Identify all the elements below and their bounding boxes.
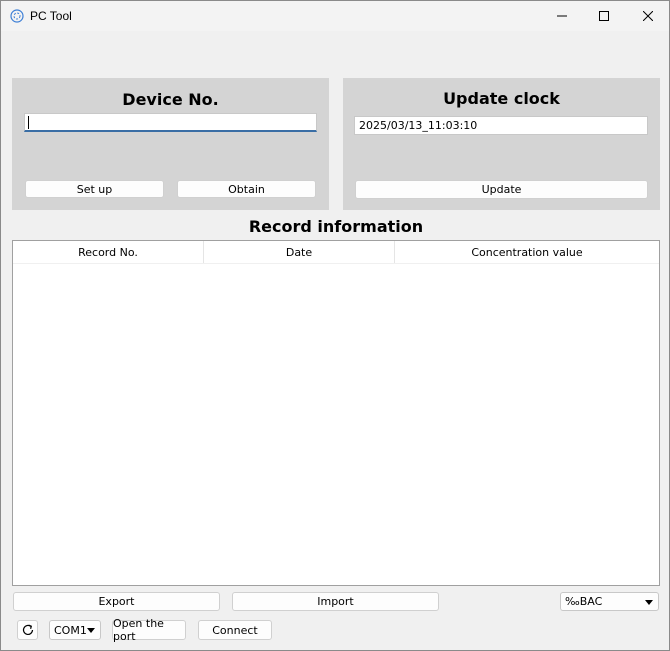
open-port-button[interactable]: Open the port [112,617,186,643]
column-header-concentration[interactable]: Concentration value [395,241,659,263]
com-port-select[interactable]: COM1 [49,620,101,640]
text-caret [28,116,29,129]
chevron-down-icon [645,600,653,605]
chevron-down-icon [87,628,95,633]
maximize-button[interactable] [581,1,627,31]
close-button[interactable] [625,1,670,31]
records-table: Record No. Date Concentration value [12,240,660,586]
window-title: PC Tool [30,9,72,23]
table-header: Record No. Date Concentration value [13,241,659,264]
clock-panel: Update clock 2025/03/13_11:03:10 Update [343,78,660,210]
unit-select-value: ‰BAC [565,595,603,608]
records-title: Record information [248,217,424,236]
clock-panel-title: Update clock [443,89,560,108]
column-header-record-no[interactable]: Record No. [13,241,204,263]
device-number-input[interactable] [24,113,317,132]
obtain-button[interactable]: Obtain [177,180,316,198]
app-window: PC Tool Device No. Set up Obtain Update … [0,0,670,651]
device-panel: Device No. Set up Obtain [12,78,329,210]
com-port-value: COM1 [54,623,87,637]
title-bar: PC Tool [1,1,669,31]
minimize-icon [557,15,567,17]
setup-button[interactable]: Set up [25,180,164,198]
app-logo-icon [10,9,24,23]
datetime-input[interactable]: 2025/03/13_11:03:10 [354,116,648,135]
maximize-icon [599,11,609,21]
minimize-button[interactable] [539,1,585,31]
close-icon [643,11,653,21]
device-panel-title: Device No. [122,90,219,109]
export-button[interactable]: Export [13,592,220,611]
unit-select[interactable]: ‰BAC [560,592,659,611]
import-button[interactable]: Import [232,592,439,611]
refresh-button[interactable] [17,620,38,640]
update-button[interactable]: Update [355,180,648,199]
column-header-date[interactable]: Date [204,241,395,263]
connect-button[interactable]: Connect [198,620,272,640]
refresh-icon [22,624,33,636]
